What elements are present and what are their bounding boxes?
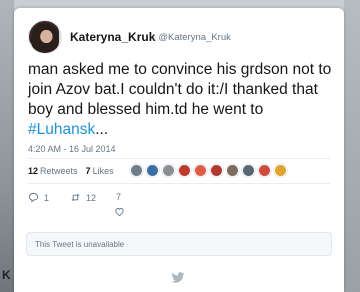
liker-avatar[interactable]	[193, 164, 207, 177]
tweet-ellipsis: ...	[95, 121, 109, 138]
retweets-stat[interactable]: 12 Retweets	[28, 166, 78, 176]
liker-avatar[interactable]	[225, 164, 239, 177]
display-name[interactable]: Kateryna_Kruk	[70, 30, 155, 44]
reply-count: 1	[44, 192, 50, 203]
quoted-tweet-text: This Tweet is unavailable	[35, 240, 125, 249]
backdrop-photo-left	[0, 0, 14, 292]
liker-avatar[interactable]	[273, 164, 287, 177]
tweet-card: Kateryna_Kruk @Kateryna_Kruk man asked m…	[14, 8, 344, 292]
tweet-stats: 12 Retweets 7 Likes	[28, 164, 290, 177]
liker-avatar[interactable]	[177, 164, 191, 177]
like-count: 7	[116, 192, 122, 202]
liker-avatar[interactable]	[145, 164, 159, 177]
liker-avatar[interactable]	[161, 164, 175, 177]
backdrop-letter: K	[2, 268, 11, 282]
divider	[28, 183, 330, 184]
tweet-timestamp[interactable]: 4:20 AM - 16 Jul 2014	[28, 144, 116, 154]
avatar[interactable]	[28, 20, 62, 54]
twitter-bird-icon[interactable]	[171, 272, 185, 284]
retweet-count: 12	[86, 192, 97, 203]
liker-avatars	[129, 164, 290, 177]
liker-avatar[interactable]	[241, 164, 255, 177]
liker-avatar[interactable]	[129, 164, 143, 177]
likes-stat[interactable]: 7 Likes	[86, 166, 114, 176]
retweet-icon	[71, 193, 80, 202]
tweet-text: man asked me to convince his grdson not …	[28, 60, 336, 140]
backdrop-photo-right	[344, 0, 360, 292]
liker-avatar[interactable]	[209, 164, 223, 177]
quoted-tweet-unavailable[interactable]: This Tweet is unavailable	[26, 232, 332, 256]
avatar-photo	[31, 23, 59, 53]
liker-avatar[interactable]	[257, 164, 271, 177]
like-button[interactable]	[114, 206, 130, 217]
tweet-actions: 1 12 7	[28, 192, 168, 222]
reply-icon	[28, 192, 39, 203]
like-count-label: 7	[116, 192, 121, 202]
hashtag-link[interactable]: #Luhansk	[28, 121, 95, 138]
tweet-header: Kateryna_Kruk @Kateryna_Kruk	[28, 20, 231, 54]
divider	[28, 158, 330, 159]
user-handle[interactable]: @Kateryna_Kruk	[158, 32, 230, 43]
tweet-body: man asked me to convince his grdson not …	[28, 61, 332, 118]
heart-icon	[115, 208, 124, 217]
retweet-button[interactable]: 12	[70, 192, 96, 203]
reply-button[interactable]: 1	[28, 192, 49, 203]
